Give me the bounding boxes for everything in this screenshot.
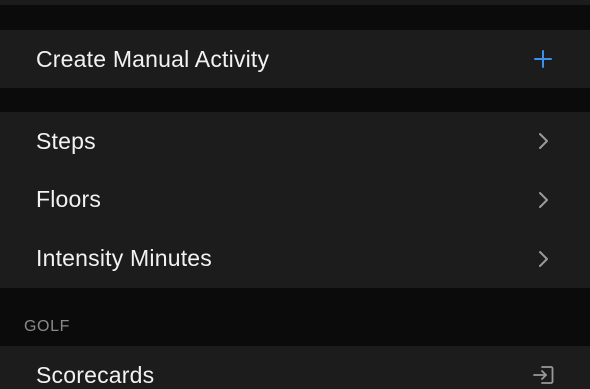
create-activity-card: Create Manual Activity — [0, 30, 590, 88]
scorecards-label: Scorecards — [36, 361, 155, 388]
import-icon[interactable] — [532, 364, 554, 386]
create-manual-activity-row[interactable]: Create Manual Activity — [0, 30, 590, 88]
intensity-minutes-row[interactable]: Intensity Minutes — [0, 229, 590, 288]
settings-screen: Create Manual Activity Steps Floors Inte… — [0, 0, 590, 389]
scorecards-row[interactable]: Scorecards — [0, 346, 590, 389]
floors-label: Floors — [36, 186, 102, 212]
plus-icon[interactable] — [532, 48, 554, 70]
top-card-edge — [0, 0, 590, 5]
steps-row[interactable]: Steps — [0, 112, 590, 170]
steps-label: Steps — [36, 127, 96, 154]
golf-section-header: GOLF — [24, 318, 70, 335]
activity-card: Steps Floors Intensity Minutes — [0, 112, 590, 288]
intensity-minutes-label: Intensity Minutes — [36, 245, 212, 271]
chevron-right-icon — [532, 130, 554, 152]
floors-row[interactable]: Floors — [0, 170, 590, 229]
golf-card: Scorecards — [0, 346, 590, 389]
create-manual-activity-label: Create Manual Activity — [36, 45, 270, 72]
chevron-right-icon — [532, 189, 554, 211]
chevron-right-icon — [532, 248, 554, 270]
